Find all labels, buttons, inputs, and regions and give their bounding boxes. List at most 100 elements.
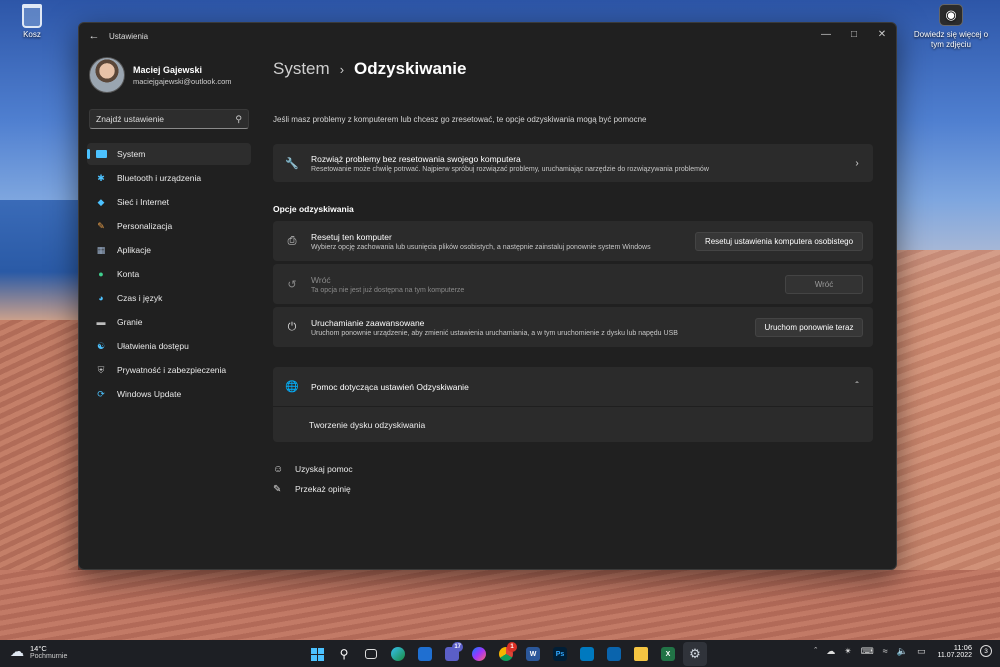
- wifi-icon[interactable]: ≈: [883, 646, 888, 656]
- windows-logo-icon: [310, 647, 324, 661]
- accessibility-icon: ☯: [96, 340, 106, 351]
- troubleshoot-card[interactable]: 🔧 Rozwiąż problemy bez resetowania swoje…: [273, 144, 873, 182]
- title-bar[interactable]: ← Ustawienia — □ ✕: [79, 23, 896, 49]
- recovery-help-header[interactable]: 🌐 Pomoc dotycząca ustawień Odzyskiwanie …: [273, 367, 873, 407]
- photoshop-app[interactable]: Ps: [548, 642, 572, 666]
- sidebar-item-time-language[interactable]: ◕ Czas i język: [87, 287, 251, 309]
- close-button[interactable]: ✕: [868, 23, 896, 45]
- search-icon: ⚲: [339, 647, 349, 661]
- weather-description: Pochmurnie: [30, 652, 68, 660]
- search-icon[interactable]: ⚲: [235, 114, 242, 125]
- photoshop-icon: Ps: [553, 647, 567, 661]
- globe-clock-icon: ◕: [98, 293, 104, 303]
- teams-app[interactable]: 17: [440, 642, 464, 666]
- page-subtitle: Jeśli masz problemy z komputerem lub chc…: [273, 115, 647, 124]
- shield-icon: ⛨: [97, 364, 105, 375]
- notification-center-button[interactable]: 3: [980, 645, 992, 657]
- sidebar-item-label: Prywatność i zabezpieczenia: [117, 365, 227, 375]
- trello-icon: [580, 647, 594, 661]
- feedback-label: Przekaż opinię: [295, 484, 351, 494]
- battery-icon[interactable]: ▭: [917, 646, 926, 657]
- chrome-app[interactable]: 1: [494, 642, 518, 666]
- settings-window: ← Ustawienia — □ ✕ Maciej Gajewski macie…: [78, 22, 897, 570]
- settings-app[interactable]: ⚙: [683, 642, 707, 666]
- create-recovery-drive-link[interactable]: Tworzenie dysku odzyskiwania: [273, 407, 873, 442]
- search-input[interactable]: [96, 114, 236, 124]
- advanced-startup-icon: ⏻: [287, 320, 297, 333]
- monitor-icon: [95, 148, 107, 160]
- edge-icon: [391, 647, 405, 661]
- chrome-badge: 1: [507, 642, 517, 652]
- breadcrumb-system[interactable]: System: [273, 59, 330, 79]
- sidebar-item-privacy[interactable]: ⛨ Prywatność i zabezpieczenia: [87, 359, 251, 381]
- chevron-up-icon[interactable]: ˆ: [814, 646, 817, 656]
- user-profile[interactable]: Maciej Gajewski maciejgajewski@outlook.c…: [89, 57, 232, 93]
- edge-app[interactable]: [386, 642, 410, 666]
- volume-icon[interactable]: 🔈: [897, 646, 908, 657]
- trello-app[interactable]: [575, 642, 599, 666]
- help-chat-icon: ☺: [273, 463, 284, 475]
- taskbar-apps: ⚲ 17 1 W Ps X ⚙: [305, 642, 710, 666]
- reset-pc-desc: Wybierz opcję zachowania lub usunięcia p…: [311, 243, 651, 251]
- clock[interactable]: 11:06 11.07.2022: [937, 643, 972, 659]
- get-help-link[interactable]: ☺ Uzyskaj pomoc: [273, 459, 353, 479]
- go-back-card: ↺ Wróć Ta opcja nie jest już dostępna na…: [273, 264, 873, 304]
- sidebar: Maciej Gajewski maciejgajewski@outlook.c…: [79, 49, 259, 569]
- update-icon: ⟳: [97, 388, 105, 399]
- person-icon: ●: [98, 269, 104, 279]
- sidebar-item-label: Ułatwienia dostępu: [117, 341, 189, 351]
- reset-pc-title: Resetuj ten komputer: [311, 231, 392, 242]
- breadcrumb: System › Odzyskiwanie: [273, 59, 466, 79]
- taskbar: ☁ 14°C Pochmurnie ⚲ 17 1 W Ps X ⚙ ˆ ☁ ✴ …: [0, 640, 1000, 667]
- avatar: [89, 57, 125, 93]
- wallpaper-sea: [0, 200, 80, 320]
- excel-app[interactable]: X: [656, 642, 680, 666]
- reset-pc-button[interactable]: Resetuj ustawienia komputera osobistego: [695, 231, 863, 251]
- footer-links: ☺ Uzyskaj pomoc ✎ Przekaż opinię: [273, 459, 353, 499]
- folder-icon: [634, 647, 648, 661]
- sidebar-item-accounts[interactable]: ● Konta: [87, 263, 251, 285]
- advanced-startup-desc: Uruchom ponownie urządzenie, aby zmienić…: [311, 329, 678, 337]
- mail-app[interactable]: [413, 642, 437, 666]
- sidebar-item-network[interactable]: ◆ Sieć i Internet: [87, 191, 251, 213]
- start-button[interactable]: [305, 642, 329, 666]
- brush-icon: ✎: [97, 220, 105, 231]
- page-title: Odzyskiwanie: [354, 59, 467, 78]
- sidebar-item-accessibility[interactable]: ☯ Ułatwienia dostępu: [87, 335, 251, 357]
- messenger-app[interactable]: [467, 642, 491, 666]
- back-button[interactable]: ←: [81, 23, 107, 49]
- advanced-startup-card: ⏻ Uruchamianie zaawansowane Uruchom pono…: [273, 307, 873, 347]
- history-icon: ↺: [287, 278, 297, 291]
- word-app[interactable]: W: [521, 642, 545, 666]
- camera-widget-text: Dowiedz się więcej o tym zdjęciu: [913, 30, 989, 49]
- learn-about-picture-widget[interactable]: ◉ Dowiedz się więcej o tym zdjęciu: [912, 4, 990, 49]
- feedback-link[interactable]: ✎ Przekaż opinię: [273, 479, 353, 499]
- outlook-app[interactable]: [602, 642, 626, 666]
- sidebar-item-apps[interactable]: ▦ Aplikacje: [87, 239, 251, 261]
- wrench-icon: 🔧: [285, 157, 299, 170]
- slack-icon[interactable]: ✴: [844, 646, 852, 657]
- weather-widget[interactable]: ☁ 14°C Pochmurnie: [10, 643, 67, 660]
- sidebar-item-bluetooth[interactable]: ✱ Bluetooth i urządzenia: [87, 167, 251, 189]
- recycle-bin-icon: [22, 4, 42, 28]
- troubleshoot-desc: Resetowanie może chwilę potrwać. Najpier…: [311, 165, 709, 173]
- sidebar-item-system[interactable]: System: [87, 143, 251, 165]
- profile-email: maciejgajewski@outlook.com: [133, 76, 232, 86]
- cloud-icon: ☁: [10, 643, 24, 659]
- search-taskbar-button[interactable]: ⚲: [332, 642, 356, 666]
- sidebar-item-personalization[interactable]: ✎ Personalizacja: [87, 215, 251, 237]
- task-view-button[interactable]: [359, 642, 383, 666]
- recycle-bin[interactable]: Kosz: [14, 4, 50, 39]
- keyboard-icon[interactable]: ⌨: [861, 646, 874, 657]
- onedrive-icon[interactable]: ☁: [826, 646, 835, 657]
- file-explorer-app[interactable]: [629, 642, 653, 666]
- recovery-help-section: 🌐 Pomoc dotycząca ustawień Odzyskiwanie …: [273, 367, 873, 442]
- wifi-icon: ◆: [97, 196, 105, 207]
- search-box[interactable]: ⚲: [89, 109, 249, 129]
- globe-icon: 🌐: [285, 381, 299, 393]
- sidebar-item-windows-update[interactable]: ⟳ Windows Update: [87, 383, 251, 405]
- restart-now-button[interactable]: Uruchom ponownie teraz: [755, 317, 863, 337]
- sidebar-item-gaming[interactable]: ▬ Granie: [87, 311, 251, 333]
- maximize-button[interactable]: □: [840, 23, 868, 45]
- minimize-button[interactable]: —: [812, 23, 840, 45]
